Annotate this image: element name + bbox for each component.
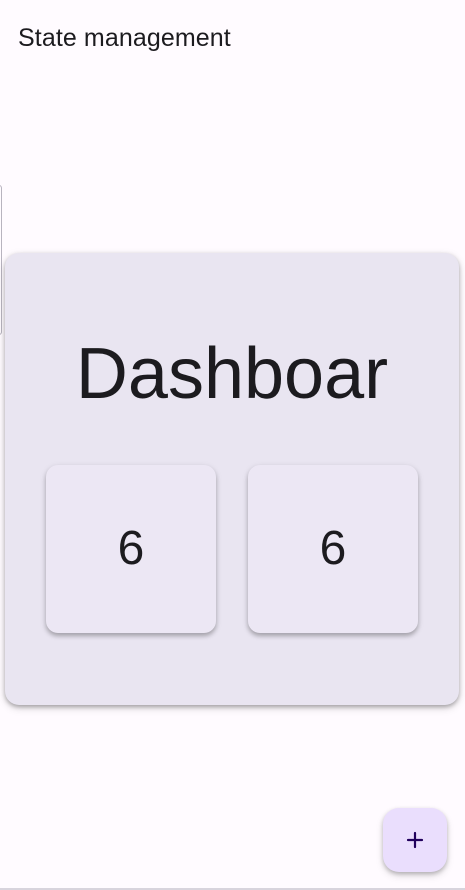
app-bar: State management xyxy=(0,0,465,76)
counter-tile-left[interactable]: 6 xyxy=(46,465,216,633)
counter-value-right: 6 xyxy=(319,522,347,575)
dashboard-card: Dashboar 6 6 xyxy=(5,253,459,705)
add-button[interactable] xyxy=(383,808,447,872)
app-title: State management xyxy=(18,24,231,52)
counter-value-left: 6 xyxy=(117,522,145,575)
counter-tile-right[interactable]: 6 xyxy=(248,465,418,633)
dashboard-title: Dashboar xyxy=(75,334,389,414)
plus-icon xyxy=(406,831,424,849)
edge-handle[interactable] xyxy=(0,185,2,335)
